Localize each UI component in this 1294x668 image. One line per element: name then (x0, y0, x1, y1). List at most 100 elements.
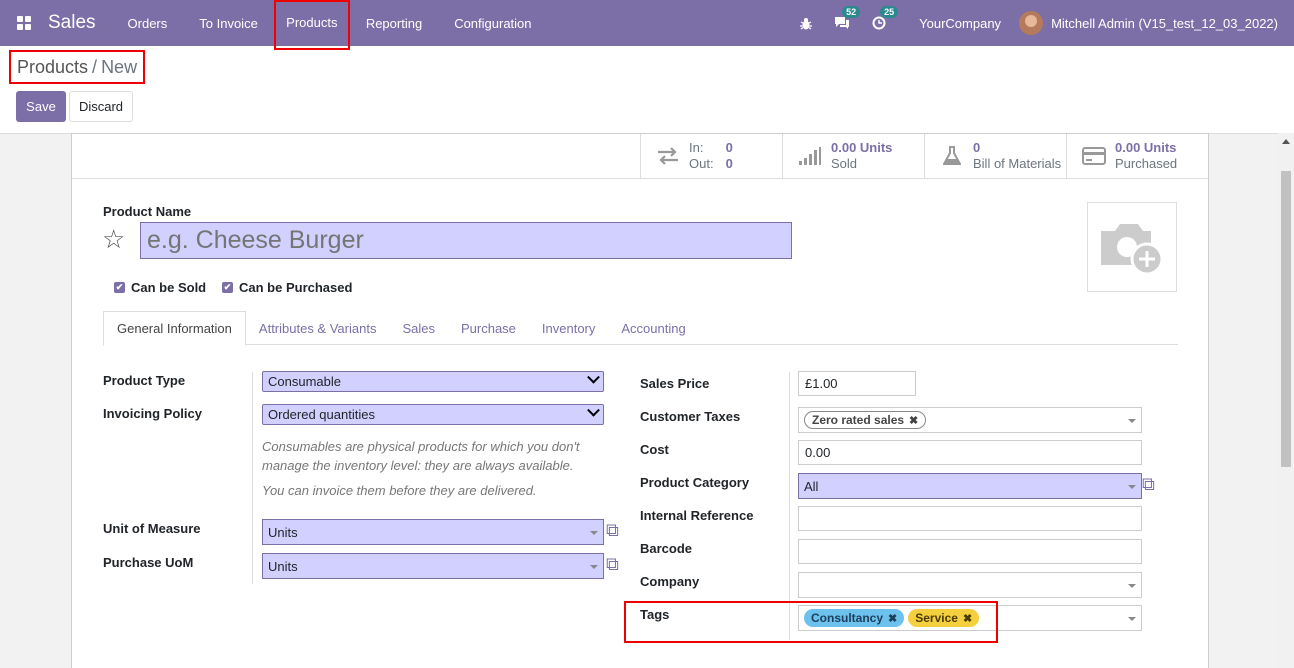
user-avatar[interactable] (1019, 11, 1044, 35)
breadcrumb-current: New (101, 56, 138, 77)
checkmark-icon: ✔ (222, 282, 233, 293)
customer-taxes-field[interactable]: Zero rated sales ✖ (798, 407, 1142, 433)
signal-bars-icon (797, 147, 823, 165)
stat-divider (72, 178, 1208, 179)
breadcrumb: Products / New (9, 50, 145, 84)
tab-general-information[interactable]: General Information (103, 311, 246, 346)
external-link-icon[interactable]: ⧉ (1142, 474, 1155, 495)
smart-buttons: In: 0 Out: 0 0.00 Units Sold 0 Bill of Mater… (640, 134, 1209, 178)
discard-button[interactable]: Discard (69, 91, 133, 122)
product-type-select[interactable]: Consumable (262, 370, 604, 392)
purchase-uom-label: Purchase UoM (103, 555, 194, 570)
menu-reporting[interactable]: Reporting (350, 0, 438, 46)
sales-price-input[interactable]: £1.00 (798, 371, 916, 396)
company-label: Company (640, 574, 700, 589)
out-value: 0 (725, 156, 733, 171)
favorite-star-icon[interactable]: ☆ (102, 224, 125, 255)
company-switcher[interactable]: YourCompany (919, 16, 1001, 31)
company-field[interactable] (798, 572, 1142, 598)
form-sheet: In: 0 Out: 0 0.00 Units Sold 0 Bill of Mater… (71, 133, 1209, 668)
purchased-value: 0.00 Units (1115, 140, 1177, 155)
internal-reference-input[interactable] (798, 506, 1142, 531)
left-column-divider (252, 372, 253, 584)
tab-purchase[interactable]: Purchase (448, 311, 529, 345)
purchased-stat-button[interactable]: 0.00 Units Purchased (1067, 134, 1209, 178)
page-scrollbar[interactable] (1278, 133, 1294, 668)
tab-inventory[interactable]: Inventory (529, 311, 608, 345)
customer-taxes-label: Customer Taxes (640, 409, 741, 424)
checkmark-icon: ✔ (114, 282, 125, 293)
app-switcher-icon[interactable] (0, 0, 48, 46)
breadcrumb-products-link[interactable]: Products (17, 57, 88, 78)
cost-input[interactable]: 0.00 (798, 440, 1142, 465)
transfer-arrows-icon (655, 147, 681, 165)
caret-down-icon (590, 565, 598, 569)
menu-products[interactable]: Products (273, 0, 350, 50)
product-name-label: Product Name (103, 204, 192, 219)
invoicing-help: You can invoice them before they are del… (262, 483, 537, 498)
credit-card-icon (1081, 147, 1107, 165)
invoicing-policy-select[interactable]: Ordered quantities (262, 403, 604, 425)
user-menu[interactable]: Mitchell Admin (V15_test_12_03_2022) (1051, 16, 1278, 31)
caret-down-icon (1128, 617, 1136, 621)
product-name-input[interactable] (140, 222, 792, 259)
purchased-label: Purchased (1115, 156, 1178, 171)
can-be-sold-checkbox[interactable]: ✔ Can be Sold (114, 280, 206, 295)
caret-down-icon (1128, 584, 1136, 588)
menu-orders[interactable]: Orders (112, 0, 184, 46)
purchase-uom-field[interactable]: Units (262, 553, 604, 579)
tab-attributes-variants[interactable]: Attributes & Variants (246, 311, 390, 345)
caret-down-icon (590, 531, 598, 535)
in-value: 0 (725, 140, 733, 155)
scroll-up-arrow-icon[interactable] (1282, 139, 1290, 144)
camera-add-icon (1101, 224, 1164, 276)
product-category-field[interactable]: All (798, 473, 1142, 499)
chat-icon[interactable]: 52 (834, 6, 861, 30)
chat-badge: 52 (842, 6, 861, 18)
external-link-icon[interactable]: ⧉ (606, 554, 619, 575)
sold-stat-button[interactable]: 0.00 Units Sold (783, 134, 925, 178)
can-be-purchased-checkbox[interactable]: ✔ Can be Purchased (222, 280, 352, 295)
can-be-sold-label: Can be Sold (131, 280, 207, 295)
product-image-upload[interactable] (1087, 202, 1177, 292)
activity-badge: 25 (880, 6, 899, 18)
barcode-input[interactable] (798, 539, 1142, 564)
breadcrumb-separator: / (92, 56, 98, 77)
bom-label: Bill of Materials (973, 156, 1062, 171)
cost-label: Cost (640, 442, 669, 457)
internal-reference-label: Internal Reference (640, 508, 754, 523)
top-navbar: Sales Orders To Invoice Products Reporti… (0, 0, 1294, 50)
tab-sales[interactable]: Sales (389, 311, 448, 345)
external-link-icon[interactable]: ⧉ (606, 520, 619, 541)
bom-value: 0 (973, 140, 981, 155)
bom-stat-button[interactable]: 0 Bill of Materials (925, 134, 1067, 178)
in-label: In: (689, 140, 704, 155)
remove-tag-icon[interactable]: ✖ (909, 414, 918, 427)
invoicing-policy-value: Ordered quantities (268, 407, 375, 422)
uom-field[interactable]: Units (262, 519, 604, 545)
save-button[interactable]: Save (16, 91, 66, 122)
in-out-stat-button[interactable]: In: 0 Out: 0 (641, 134, 783, 178)
app-title[interactable]: Sales (48, 12, 96, 34)
debug-bug-icon[interactable] (800, 17, 813, 30)
menu-configuration[interactable]: Configuration (438, 0, 547, 46)
menu-to-invoice[interactable]: To Invoice (183, 0, 274, 46)
chevron-down-icon (587, 370, 600, 384)
uom-label: Unit of Measure (103, 521, 201, 536)
tax-tag-label: Zero rated sales (812, 413, 905, 427)
tax-tag: Zero rated sales ✖ (804, 411, 927, 429)
product-type-help: Consumables are physical products for wh… (262, 439, 580, 473)
activity-clock-icon[interactable]: 25 (872, 6, 899, 30)
chevron-down-icon (587, 403, 600, 417)
scrollbar-thumb[interactable] (1281, 171, 1291, 467)
tab-accounting[interactable]: Accounting (608, 311, 698, 345)
flask-icon (939, 146, 965, 166)
form-tabs: General Information Attributes & Variant… (103, 311, 1178, 346)
right-column-divider (789, 372, 790, 640)
product-category-label: Product Category (640, 475, 750, 490)
barcode-label: Barcode (640, 541, 693, 556)
invoicing-policy-label: Invoicing Policy (103, 406, 202, 421)
sold-label: Sold (831, 156, 858, 171)
uom-value: Units (268, 524, 298, 540)
product-type-label: Product Type (103, 373, 186, 388)
